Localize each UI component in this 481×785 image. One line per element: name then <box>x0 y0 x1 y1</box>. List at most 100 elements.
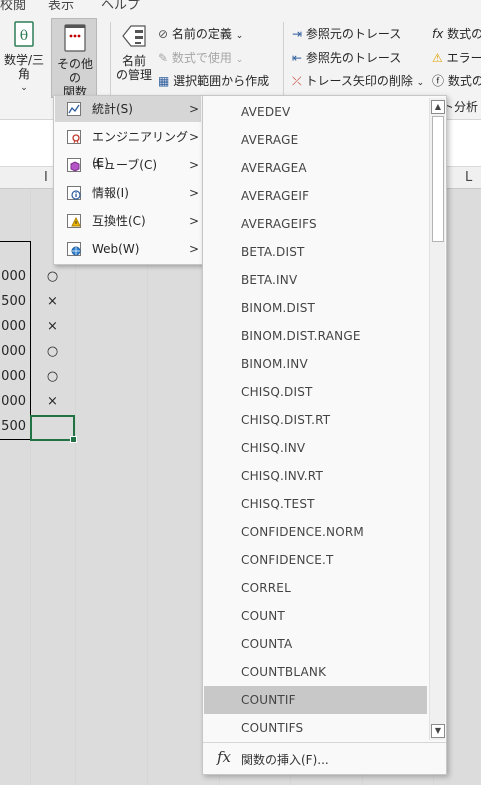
function-item-chisq-dist[interactable]: CHISQ.DIST <box>204 378 427 406</box>
trace-dependents-icon: ⇤ <box>292 51 303 65</box>
statistical-functions-menu: AVEDEV AVERAGE AVERAGEA AVERAGEIF AVERAGEIFS… <box>202 95 447 775</box>
error-checking-button[interactable]: ⚠ エラー <box>432 50 481 66</box>
function-item-binom-dist-range[interactable]: BINOM.DIST.RANGE <box>204 322 427 350</box>
menu-item-cube[interactable]: キューブ(C) > <box>55 152 201 178</box>
create-from-selection-icon: ▦ <box>158 74 170 88</box>
cell-value[interactable]: 000 <box>0 269 26 284</box>
menu-item-compatibility[interactable]: 互換性(C) > <box>55 208 201 234</box>
show-formulas-button[interactable]: fx 数式の <box>432 26 481 42</box>
menu-item-statistics[interactable]: 統計(S) > <box>55 96 201 122</box>
show-formulas-label: 数式の <box>447 27 481 41</box>
function-item-beta-dist[interactable]: BETA.DIST <box>204 238 427 266</box>
function-item-correl[interactable]: CORREL <box>204 574 427 602</box>
tab-view[interactable]: 表示 <box>48 0 74 12</box>
insert-function-button[interactable]: fx 関数の挿入(F)... <box>203 742 446 774</box>
remove-arrows-label: トレース矢印の削除 <box>305 74 413 88</box>
function-item-chisq-test[interactable]: CHISQ.TEST <box>204 490 427 518</box>
more-functions-button[interactable]: その他の 関数 <box>51 18 97 99</box>
function-item-countblank[interactable]: COUNTBLANK <box>204 658 427 686</box>
cell-value[interactable]: 000 <box>0 369 26 384</box>
name-manager-button[interactable]: 名前 の管理 <box>113 20 155 82</box>
evaluate-formula-button[interactable]: ⓕ 数式の <box>432 73 481 89</box>
warning-icon: ⚠ <box>432 51 443 65</box>
menu-item-engineering[interactable]: エンジニアリング(E) > <box>55 124 201 170</box>
gridline <box>147 189 148 785</box>
function-category-menu: 統計(S) > エンジニアリング(E) > キューブ(C) > 情報(I) > … <box>53 95 203 265</box>
statistics-icon <box>67 102 81 116</box>
chevron-down-icon: ⌄ <box>20 83 28 93</box>
function-item-averageifs[interactable]: AVERAGEIFS <box>204 210 427 238</box>
function-item-average[interactable]: AVERAGE <box>204 126 427 154</box>
function-item-chisq-inv-rt[interactable]: CHISQ.INV.RT <box>204 462 427 490</box>
function-item-beta-inv[interactable]: BETA.INV <box>204 266 427 294</box>
function-item-averageif[interactable]: AVERAGEIF <box>204 182 427 210</box>
engineering-icon <box>67 130 81 144</box>
cell-value[interactable]: 500 <box>0 294 26 309</box>
cell-value[interactable]: 500 <box>0 419 26 434</box>
scroll-down-arrow-icon[interactable]: ▼ <box>431 724 445 738</box>
trace-precedents-button[interactable]: ⇥ 参照元のトレース <box>292 26 401 42</box>
function-item-avedev[interactable]: AVEDEV <box>204 98 427 126</box>
tab-review[interactable]: 校閲 <box>0 0 26 12</box>
math-trig-label: 数学/三角 <box>3 53 45 81</box>
cell-mark[interactable]: ○ <box>31 344 74 359</box>
active-cell[interactable] <box>30 415 77 443</box>
submenu-arrow-icon: > <box>189 186 200 200</box>
function-item-count[interactable]: COUNT <box>204 602 427 630</box>
evaluate-formula-label: 数式の <box>447 74 481 88</box>
chevron-down-icon: ⌄ <box>235 31 244 41</box>
trace-precedents-icon: ⇥ <box>292 27 303 41</box>
scroll-up-arrow-icon[interactable]: ▲ <box>431 100 445 114</box>
web-icon <box>67 242 81 256</box>
column-header-l[interactable]: L <box>465 170 472 185</box>
fx-icon: fx <box>217 748 232 766</box>
function-item-countifs[interactable]: COUNTIFS <box>204 714 427 741</box>
function-item-averagea[interactable]: AVERAGEA <box>204 154 427 182</box>
scrollbar-thumb[interactable] <box>432 116 444 242</box>
menu-item-information[interactable]: 情報(I) > <box>55 180 201 206</box>
create-from-selection-label: 選択範囲から作成 <box>173 74 270 88</box>
cell-value[interactable]: 000 <box>0 394 26 409</box>
remove-arrows-icon: ⤫ <box>292 74 302 88</box>
trace-dependents-button[interactable]: ⇤ 参照先のトレース <box>292 50 401 66</box>
cell-mark[interactable]: × <box>31 394 74 409</box>
vertical-scrollbar[interactable]: ▲ ▼ <box>429 98 445 740</box>
function-item-confidence-norm[interactable]: CONFIDENCE.NORM <box>204 518 427 546</box>
menu-item-label: キューブ(C) <box>92 158 158 172</box>
cell-mark[interactable]: × <box>31 294 74 309</box>
function-list: AVEDEV AVERAGE AVERAGEA AVERAGEIF AVERAGEIFS… <box>203 97 429 741</box>
svg-text:θ: θ <box>20 28 28 44</box>
insert-function-label: 関数の挿入(F)... <box>241 753 329 767</box>
tab-help[interactable]: ヘルプ <box>101 0 140 12</box>
column-header-i[interactable]: I <box>44 170 48 185</box>
submenu-arrow-icon: > <box>189 242 200 256</box>
menu-item-web[interactable]: Web(W) > <box>55 236 201 262</box>
cell-mark[interactable]: ○ <box>31 269 74 284</box>
define-name-button[interactable]: ⊘ 名前の定義 ⌄ <box>158 26 243 44</box>
tag-icon: ⊘ <box>158 27 169 41</box>
use-in-formula-button[interactable]: ✎ 数式で使用 ⌄ <box>158 50 243 68</box>
function-item-binom-dist[interactable]: BINOM.DIST <box>204 294 427 322</box>
cell-value[interactable]: 000 <box>0 344 26 359</box>
create-from-selection-button[interactable]: ▦ 選択範囲から作成 <box>158 73 269 89</box>
name-manager-label-1: 名前 <box>121 54 146 68</box>
ribbon-separator <box>110 22 111 102</box>
more-functions-icon <box>64 24 86 52</box>
function-item-counta[interactable]: COUNTA <box>204 630 427 658</box>
analysis-group-label: ト分析 <box>442 100 479 114</box>
formula-tag-icon: ✎ <box>158 51 169 65</box>
submenu-arrow-icon: > <box>189 214 200 228</box>
function-item-chisq-dist-rt[interactable]: CHISQ.DIST.RT <box>204 406 427 434</box>
cell-value[interactable]: 000 <box>0 319 26 334</box>
function-item-chisq-inv[interactable]: CHISQ.INV <box>204 434 427 462</box>
function-item-confidence-t[interactable]: CONFIDENCE.T <box>204 546 427 574</box>
cell-mark[interactable]: ○ <box>31 369 74 384</box>
function-item-binom-inv[interactable]: BINOM.INV <box>204 350 427 378</box>
remove-arrows-button[interactable]: ⤫ トレース矢印の削除 ⌄ <box>292 73 424 91</box>
menu-item-label: 互換性(C) <box>92 214 146 228</box>
math-trig-button[interactable]: θ 数学/三角 ⌄ <box>0 20 48 95</box>
trace-precedents-label: 参照元のトレース <box>305 27 402 41</box>
cell-mark[interactable]: × <box>31 319 74 334</box>
function-item-countif[interactable]: COUNTIF <box>204 686 427 714</box>
chevron-down-icon: ⌄ <box>235 55 244 65</box>
